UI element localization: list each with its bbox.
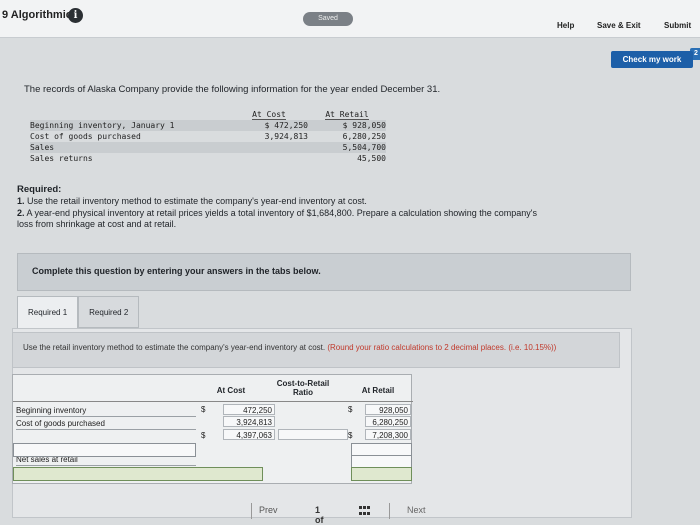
instructions-banner: Complete this question by entering your … [17, 253, 631, 291]
save-exit-button[interactable]: Save & Exit [597, 21, 641, 30]
col-at-cost: At Cost [216, 386, 246, 395]
worksheet-label-purchases: Cost of goods purchased [16, 418, 196, 430]
records-col-retail: At Retail [325, 110, 369, 120]
col-cost-to-retail-ratio: Cost-to-Retail Ratio [276, 379, 330, 397]
prev-button[interactable]: Prev [259, 505, 278, 515]
required-item-1: 1. Use the retail inventory method to es… [17, 196, 367, 206]
next-button[interactable]: Next [407, 505, 426, 515]
page-indicator: 1 of 1 [315, 505, 324, 525]
currency-symbol: $ [348, 431, 353, 440]
currency-symbol: $ [201, 405, 206, 414]
required-item-2: 2. A year-end physical inventory at reta… [17, 208, 538, 218]
retail-total-available[interactable]: 7,208,300 [365, 429, 411, 440]
check-my-work-button[interactable]: Check my work [611, 51, 693, 68]
problem-intro: The records of Alaska Company provide th… [24, 84, 441, 95]
currency-symbol: $ [348, 405, 353, 414]
ending-inventory-retail-input[interactable] [351, 467, 412, 481]
submit-button[interactable]: Submit [664, 21, 691, 30]
records-header-row: At Cost At Retail [30, 109, 386, 120]
currency-symbol: $ [201, 431, 206, 440]
worksheet-label-beginning: Beginning inventory [16, 405, 196, 417]
records-col-cost: At Cost [252, 110, 286, 120]
tab-required-2[interactable]: Required 2 [78, 296, 140, 328]
info-icon[interactable]: i [68, 8, 83, 23]
table-row: Beginning inventory, January 1 $ 472,250… [30, 120, 386, 131]
help-button[interactable]: Help [557, 21, 574, 30]
table-row: Sales 5,504,700 [30, 142, 386, 153]
saved-status: Saved [303, 12, 353, 26]
cost-input-purchases[interactable]: 3,924,813 [223, 416, 275, 427]
label-input-row[interactable] [13, 443, 196, 457]
cost-total-available[interactable]: 4,397,063 [223, 429, 275, 440]
retail-input-purchases[interactable]: 6,280,250 [365, 416, 411, 427]
retail-method-worksheet: At Cost Cost-to-Retail Ratio At Retail B… [12, 374, 413, 484]
tab-required-1[interactable]: Required 1 [17, 296, 79, 328]
cost-input-beginning[interactable]: 472,250 [223, 404, 275, 415]
table-row: Cost of goods purchased 3,924,813 6,280,… [30, 132, 386, 141]
top-bar: 9 Algorithmic i Saved Help Save & Exit S… [0, 0, 700, 38]
col-at-retail: At Retail [361, 386, 395, 395]
ending-inventory-cost-input[interactable] [13, 467, 263, 481]
answer-tabs: Required 1 Required 2 [17, 296, 140, 328]
tab-instruction: Use the retail inventory method to estim… [12, 332, 620, 368]
assignment-title: 9 Algorithmic [2, 9, 72, 21]
records-table: At Cost At Retail Beginning inventory, J… [30, 109, 386, 164]
retail-input-beginning[interactable]: 928,050 [365, 404, 411, 415]
table-row: Sales returns 45,500 [30, 154, 386, 163]
grid-icon[interactable] [359, 506, 371, 517]
required-item-2-cont: loss from shrinkage at cost and at retai… [17, 219, 177, 229]
required-heading: Required: [17, 184, 62, 195]
ratio-input[interactable] [278, 429, 348, 440]
